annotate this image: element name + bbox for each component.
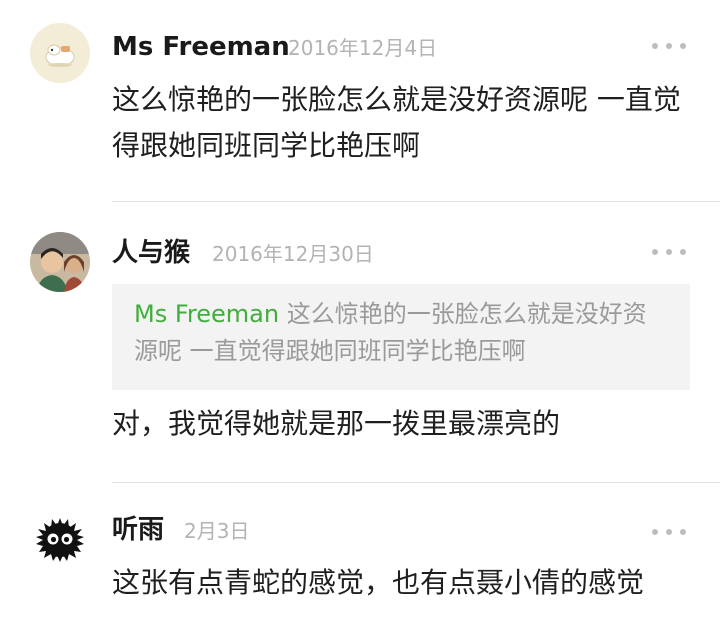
comment-item: 人与猴 2016年12月30日 Ms Freeman 这么惊艳的一张脸怎么就是没… bbox=[0, 202, 720, 482]
more-options-icon[interactable] bbox=[652, 39, 686, 53]
photo-avatar-icon bbox=[30, 232, 90, 292]
comment-text: 这么惊艳的一张脸怎么就是没好资源呢 一直觉得跟她同班同学比艳压啊 bbox=[112, 83, 681, 162]
more-options-icon[interactable] bbox=[652, 245, 686, 259]
soot-sprite-avatar-icon bbox=[30, 509, 90, 569]
comment-text: 这张有点青蛇的感觉，也有点聂小倩的感觉 bbox=[112, 566, 645, 599]
comment-date: 2016年12月30日 bbox=[212, 242, 374, 266]
username[interactable]: Ms Freeman bbox=[112, 34, 290, 60]
username[interactable]: 听雨 bbox=[112, 517, 164, 543]
user-avatar[interactable] bbox=[30, 232, 90, 292]
quoted-comment: Ms Freeman 这么惊艳的一张脸怎么就是没好资源呢 一直觉得跟她同班同学比… bbox=[112, 284, 690, 390]
quoted-username[interactable]: Ms Freeman bbox=[134, 300, 279, 328]
comment-text: 对，我觉得她就是那一拨里最漂亮的 bbox=[112, 407, 561, 440]
username[interactable]: 人与猴 bbox=[112, 240, 190, 266]
more-options-icon[interactable] bbox=[652, 525, 686, 539]
comment-date: 2016年12月4日 bbox=[288, 36, 438, 60]
user-avatar[interactable] bbox=[30, 509, 90, 569]
user-avatar[interactable] bbox=[30, 23, 90, 83]
bear-avatar-icon bbox=[30, 23, 90, 83]
comment-item: 听雨 2月3日 这张有点青蛇的感觉，也有点聂小倩的感觉 bbox=[0, 483, 720, 627]
comment-item: Ms Freeman 2016年12月4日 这么惊艳的一张脸怎么就是没好资源呢 … bbox=[0, 0, 720, 200]
comment-date: 2月3日 bbox=[184, 519, 250, 543]
